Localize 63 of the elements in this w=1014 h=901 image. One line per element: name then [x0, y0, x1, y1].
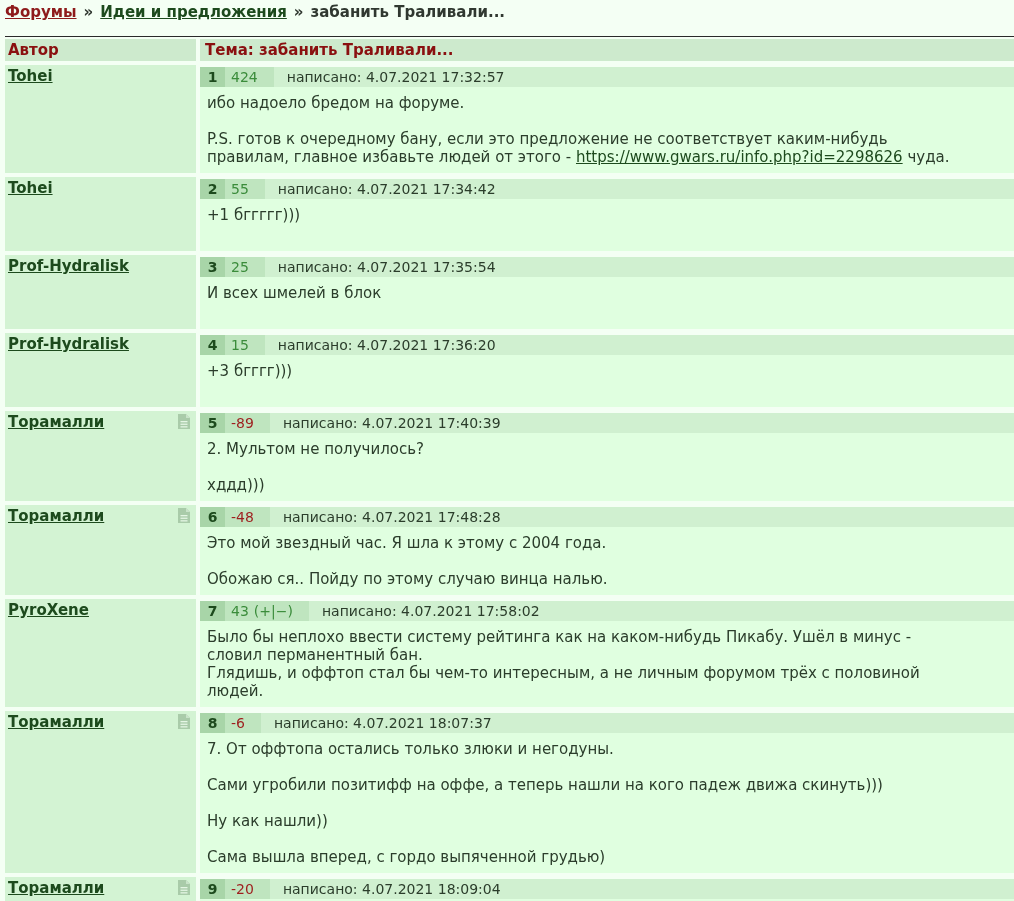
post-rating: -20 [231, 880, 254, 899]
post-text: Глядишь, и оффтоп стал бы чем-то интересным, а не личным форумом трёх с половиной людей. [207, 664, 921, 700]
post-text: Сами угробили позитифф на оффе, а теперь нашли на кого падеж движа скинуть))) [207, 776, 884, 794]
post-number: 6 [200, 507, 225, 527]
url-link[interactable]: https://www.gwars.ru/info.php?id=2298626 [576, 148, 903, 166]
post-number: 5 [200, 413, 225, 433]
author-link[interactable]: Торамалли [8, 413, 105, 431]
breadcrumb-link[interactable]: Идеи и предложения [100, 3, 287, 21]
post-rating: 55 [231, 180, 249, 199]
post-text: 7. От оффтопа остались только злюки и негодуны. [207, 740, 615, 758]
document-icon[interactable] [178, 880, 190, 895]
document-icon[interactable] [178, 414, 190, 429]
post-date: написано: 4.07.2021 17:48:28 [282, 508, 501, 527]
post-text: Обожаю ся.. Пойду по этому случаю винца налью. [207, 570, 609, 588]
post-number: 1 [200, 67, 225, 87]
breadcrumb-separator: » [293, 3, 304, 21]
post-date: написано: 4.07.2021 18:09:04 [282, 880, 501, 899]
post-text: хддд))) [207, 476, 266, 494]
breadcrumb-separator: » [83, 3, 94, 21]
post-date: написано: 4.07.2021 18:07:37 [273, 714, 492, 733]
post-rating: -6 [231, 714, 245, 733]
document-icon[interactable] [178, 508, 190, 523]
post-number: 9 [200, 879, 225, 899]
breadcrumb-current: забанить Траливали... [310, 3, 506, 21]
post-date: написано: 4.07.2021 17:34:42 [277, 180, 496, 199]
post-text: Было бы неплохо ввести систему рейтинга как на каком-нибудь Пикабу. Ушёл в минус - словил перманентный бан. [207, 628, 913, 664]
post-date: написано: 4.07.2021 17:35:54 [277, 258, 496, 277]
post-number: 7 [200, 601, 225, 621]
post-text: Это мой звездный час. Я шла к этому с 2004 года. [207, 534, 608, 552]
document-icon[interactable] [178, 714, 190, 729]
post-rating: 15 [231, 336, 249, 355]
post-text: P.S. готов к очередному бану, если это предложение не соответствует каким-нибудь правилам, главное избавьте людей от этого - https://www.gwars.ru/info.php?id=2298626 чуда. [207, 130, 951, 166]
post-text: И всех шмелей в блок [207, 284, 383, 302]
post-number: 4 [200, 335, 225, 355]
post-number: 3 [200, 257, 225, 277]
author-link[interactable]: Торамалли [8, 713, 105, 731]
post-number: 8 [200, 713, 225, 733]
author-link[interactable]: Торамалли [8, 507, 105, 525]
post-text: ибо надоело бредом на форуме. [207, 94, 466, 112]
author-link[interactable]: Tohei [8, 67, 53, 85]
post-number: 2 [200, 179, 225, 199]
post-date: написано: 4.07.2021 17:32:57 [286, 68, 505, 87]
post-text: +3 бгггг))) [207, 362, 294, 380]
author-link[interactable]: Prof-Hydralisk [8, 335, 129, 353]
author-link[interactable]: PyroXene [8, 601, 89, 619]
post-rating: -89 [231, 414, 254, 433]
post-text: +1 бггггг))) [207, 206, 302, 224]
column-header: Тема: забанить Траливали... [200, 39, 1014, 61]
post-text: Ну как нашли)) [207, 812, 329, 830]
post-rating: 43 [231, 602, 249, 621]
breadcrumb-link[interactable]: Форумы [5, 3, 77, 21]
author-link[interactable]: Торамалли [8, 879, 105, 897]
post-date: написано: 4.07.2021 17:40:39 [282, 414, 501, 433]
post-rating: -48 [231, 508, 254, 527]
post-rating: 25 [231, 258, 249, 277]
post-date: написано: 4.07.2021 17:36:20 [277, 336, 496, 355]
author-link[interactable]: Prof-Hydralisk [8, 257, 129, 275]
column-header: Автор [5, 39, 196, 61]
post-date: написано: 4.07.2021 17:58:02 [321, 602, 540, 621]
post-text: Сама вышла вперед, с гордо выпяченной грудью) [207, 848, 607, 866]
post-rating: 424 [231, 68, 258, 87]
post-text: 2. Мультом не получилось? [207, 440, 425, 458]
author-link[interactable]: Tohei [8, 179, 53, 197]
